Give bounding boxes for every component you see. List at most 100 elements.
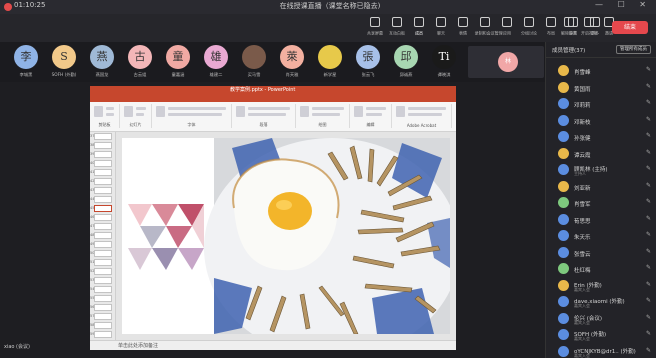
slide-thumbnail[interactable] <box>94 214 112 221</box>
selected-video-tile[interactable]: 林 <box>468 46 544 78</box>
participant-list-item[interactable]: 荀思思 ✎ <box>546 211 656 229</box>
ribbon-command-icon[interactable] <box>312 113 340 116</box>
slide-thumbnail[interactable] <box>94 250 112 257</box>
microphone-muted-icon[interactable]: ✎ <box>646 66 651 73</box>
participant-avatar-tile[interactable]: 新学星 <box>310 45 350 78</box>
slide-thumbnail[interactable] <box>94 268 112 275</box>
ribbon-command-icon[interactable] <box>248 107 290 110</box>
ribbon-command-icon[interactable] <box>366 107 386 110</box>
microphone-muted-icon[interactable]: ✎ <box>646 116 651 123</box>
slide-thumbnail[interactable] <box>94 304 112 311</box>
ribbon-command-icon[interactable] <box>300 106 309 117</box>
microphone-muted-icon[interactable]: ✎ <box>646 264 651 271</box>
participant-list-item[interactable]: oYCNJKYB@dr1.. (外勤) 嘉宾入会 ✎ <box>546 343 656 358</box>
participant-list-item[interactable]: 朱天乐 ✎ <box>546 227 656 245</box>
slide-thumbnail[interactable] <box>94 187 112 194</box>
slide-thumbnail[interactable] <box>94 178 112 185</box>
participant-avatar-tile[interactable]: 張张云飞 <box>348 45 388 78</box>
participant-list-item[interactable]: 张雪云 ✎ <box>546 244 656 262</box>
ribbon-command-icon[interactable] <box>396 106 405 117</box>
ribbon-command-icon[interactable] <box>106 113 114 116</box>
microphone-muted-icon[interactable]: ✎ <box>646 83 651 90</box>
notes-placeholder[interactable]: 单击此处添加备注 <box>118 342 158 349</box>
slide-thumbnail[interactable] <box>94 295 112 302</box>
ribbon-command-icon[interactable] <box>106 107 114 110</box>
whiteboard-icon <box>392 17 402 27</box>
microphone-muted-icon[interactable]: ✎ <box>646 347 651 354</box>
slide-thumbnail[interactable] <box>94 232 112 239</box>
microphone-muted-icon[interactable]: ✎ <box>646 248 651 255</box>
slide-thumbnail[interactable] <box>94 331 112 338</box>
participant-list-item[interactable]: Erin (外勤) 嘉宾入会 ✎ <box>546 277 656 295</box>
current-slide[interactable] <box>122 138 460 358</box>
ribbon-command-icon[interactable] <box>408 113 442 116</box>
participant-avatar-tile[interactable]: 古古云姐 <box>120 45 160 78</box>
participant-avatar-tile[interactable]: Ti 谭晓淇 <box>424 45 464 78</box>
slide-thumbnail[interactable] <box>94 169 112 176</box>
microphone-muted-icon[interactable]: ✎ <box>646 99 651 106</box>
microphone-muted-icon[interactable]: ✎ <box>646 149 651 156</box>
ribbon-command-icon[interactable] <box>248 113 286 116</box>
slide-thumbnail[interactable] <box>94 241 112 248</box>
toolbar-label: 成员 <box>414 31 423 37</box>
ribbon-command-icon[interactable] <box>136 107 146 110</box>
participant-list-item[interactable]: 杜红梅 ✎ <box>546 260 656 278</box>
participant-list-item[interactable]: 孙张健 ✎ <box>546 128 656 146</box>
participant-list-item[interactable]: dave.xiaomi (外勤) 嘉宾入会 ✎ <box>546 293 656 311</box>
slide-thumbnail[interactable] <box>94 313 112 320</box>
participant-avatar-tile[interactable]: 买马雪 <box>234 45 274 78</box>
microphone-muted-icon[interactable]: ✎ <box>646 165 651 172</box>
slide-thumbnail[interactable] <box>94 196 112 203</box>
ribbon-command-icon[interactable] <box>168 107 226 110</box>
participant-avatar-tile[interactable]: 雄雄建二 <box>196 45 236 78</box>
slide-thumbnail[interactable] <box>94 151 112 158</box>
microphone-muted-icon[interactable]: ✎ <box>646 297 651 304</box>
window-controls[interactable]: — ☐ ✕ <box>595 0 652 9</box>
participant-avatar-tile[interactable]: 童童嘉涵 <box>158 45 198 78</box>
participant-list-item[interactable]: 顾凯林 (主持) 主持人 ✎ <box>546 161 656 179</box>
microphone-muted-icon[interactable]: ✎ <box>646 198 651 205</box>
participant-avatar-tile[interactable]: 李李城黑 <box>6 45 46 78</box>
participant-list-item[interactable]: 刘亚新 ✎ <box>546 178 656 196</box>
ribbon-command-icon[interactable] <box>156 106 165 117</box>
participant-avatar-tile[interactable]: 邱邱诚燕 <box>386 45 426 78</box>
participant-avatar-tile[interactable]: S SOFH (外勤) <box>44 45 84 78</box>
ribbon-command-icon[interactable] <box>354 106 363 117</box>
manage-all-button[interactable]: 管理所有成员 <box>616 45 651 54</box>
participant-list-item[interactable]: 谭云霞 ✎ <box>546 145 656 163</box>
microphone-muted-icon[interactable]: ✎ <box>646 182 651 189</box>
participant-list-item[interactable]: 肖雪军 ✎ <box>546 194 656 212</box>
participant-list-item[interactable]: 邓莉莉 ✎ <box>546 95 656 113</box>
slide-thumbnail[interactable] <box>94 286 112 293</box>
participant-list-item[interactable]: 邓新枝 ✎ <box>546 112 656 130</box>
microphone-muted-icon[interactable]: ✎ <box>646 314 651 321</box>
microphone-muted-icon[interactable]: ✎ <box>646 281 651 288</box>
slide-thumbnail[interactable] <box>94 259 112 266</box>
ribbon-command-icon[interactable] <box>124 106 133 117</box>
slide-thumbnail[interactable] <box>94 205 112 212</box>
ribbon-command-icon[interactable] <box>168 113 222 116</box>
participant-list-item[interactable]: SOFH (外勤) 嘉宾入会 ✎ <box>546 326 656 344</box>
ribbon-command-icon[interactable] <box>312 107 344 110</box>
microphone-muted-icon[interactable]: ✎ <box>646 215 651 222</box>
microphone-muted-icon[interactable]: ✎ <box>646 132 651 139</box>
slide-thumbnail[interactable] <box>94 223 112 230</box>
participant-list-item[interactable]: 黄国雨 ✎ <box>546 79 656 97</box>
participant-avatar-tile[interactable]: 燕燕国龙 <box>82 45 122 78</box>
slide-thumbnail[interactable] <box>94 160 112 167</box>
ribbon-command-icon[interactable] <box>366 113 382 116</box>
ribbon-command-icon[interactable] <box>408 107 446 110</box>
microphone-muted-icon[interactable]: ✎ <box>646 231 651 238</box>
participant-list-item[interactable]: 伦兴 (会议) 嘉宾入会 ✎ <box>546 310 656 328</box>
slide-thumbnail[interactable] <box>94 277 112 284</box>
ribbon-command-icon[interactable] <box>94 106 103 117</box>
ribbon-command-icon[interactable] <box>136 113 144 116</box>
participant-list-item[interactable]: 肖雪峰 ✎ <box>546 62 656 80</box>
microphone-muted-icon[interactable]: ✎ <box>646 330 651 337</box>
ribbon-command-icon[interactable] <box>236 106 245 117</box>
slide-thumbnail[interactable] <box>94 133 112 140</box>
participant-avatar-tile[interactable]: 萊肖天雅 <box>272 45 312 78</box>
slide-thumbnail[interactable] <box>94 142 112 149</box>
end-meeting-button[interactable]: 结束 <box>612 21 648 34</box>
slide-thumbnail[interactable] <box>94 322 112 329</box>
